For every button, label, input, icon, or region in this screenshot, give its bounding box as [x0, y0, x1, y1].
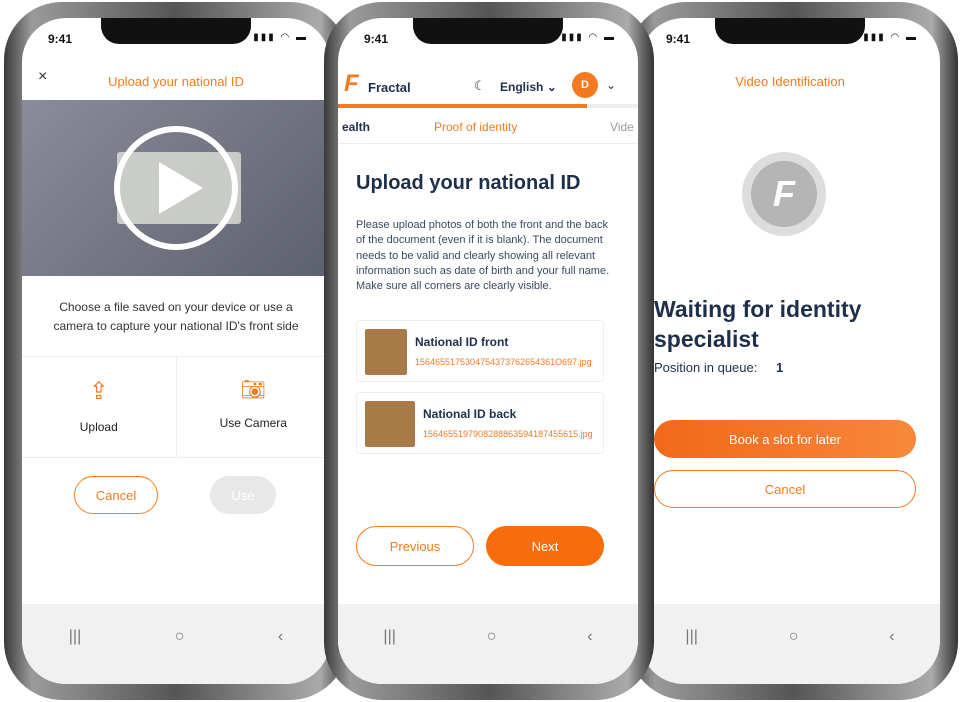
- file-title: National ID back: [423, 407, 517, 421]
- back-button[interactable]: ‹: [278, 628, 283, 646]
- step-health[interactable]: ealth: [342, 120, 370, 134]
- file-title: National ID front: [415, 335, 509, 349]
- file-card-front[interactable]: National ID front 1564655175304754373762…: [356, 320, 604, 382]
- phone-2: 9:41 ▮▮▮ ◠ ▬ F Fractal ☾ English ⌄ D ⌄ e…: [324, 2, 654, 700]
- previous-button[interactable]: Previous: [356, 526, 474, 566]
- back-button[interactable]: ‹: [889, 628, 894, 646]
- option-grid: ⇪ Upload 📷︎ Use Camera: [22, 356, 330, 458]
- cancel-button[interactable]: Cancel: [74, 476, 158, 514]
- book-slot-button[interactable]: Book a slot for later: [654, 420, 916, 458]
- progress-fill: [338, 104, 587, 108]
- page-title: Upload your national ID: [108, 74, 244, 89]
- home-button[interactable]: ○: [487, 628, 497, 646]
- queue-label: Position in queue:: [654, 360, 758, 375]
- step-video[interactable]: Vide: [610, 120, 634, 134]
- fractal-logo-icon: F: [344, 70, 359, 97]
- screen-proof-of-identity: 9:41 ▮▮▮ ◠ ▬ F Fractal ☾ English ⌄ D ⌄ e…: [338, 18, 638, 684]
- screen-upload-id: 9:41 ▮▮▮ ◠ ▬ × Upload your national ID C…: [22, 18, 330, 684]
- id-back-thumbnail: [365, 401, 415, 447]
- upload-icon: ⇪: [88, 378, 109, 405]
- next-button[interactable]: Next: [486, 526, 604, 566]
- upload-option[interactable]: ⇪ Upload: [22, 357, 177, 457]
- back-button[interactable]: ‹: [587, 628, 592, 646]
- recent-apps-button[interactable]: |||: [69, 628, 81, 646]
- recent-apps-button[interactable]: |||: [383, 628, 395, 646]
- brand-name: Fractal: [368, 80, 411, 95]
- page-title: Video Identification: [735, 74, 845, 89]
- file-name[interactable]: 1564655175304754373762654361O697.jpg: [415, 357, 592, 367]
- fractal-logo-icon: F: [742, 152, 826, 236]
- recent-apps-button[interactable]: |||: [685, 628, 697, 646]
- queue-position: 1: [776, 360, 784, 375]
- notch: [101, 18, 251, 44]
- home-button[interactable]: ○: [175, 628, 185, 646]
- language-selector[interactable]: English ⌄: [500, 80, 557, 94]
- file-card-back[interactable]: National ID back 15646551979082888635941…: [356, 392, 604, 454]
- instructions: Please upload photos of both the front a…: [356, 219, 610, 293]
- system-nav-bar: ||| ○ ‹: [640, 604, 940, 684]
- id-front-thumbnail: [365, 329, 407, 375]
- step-proof-of-identity[interactable]: Proof of identity: [434, 120, 517, 134]
- file-name[interactable]: 1564655197908288863594187455615.jpg: [423, 429, 593, 439]
- chevron-down-icon: ⌄: [546, 80, 557, 94]
- home-button[interactable]: ○: [789, 628, 799, 646]
- chevron-down-icon[interactable]: ⌄: [606, 78, 616, 92]
- avatar[interactable]: D: [572, 72, 598, 98]
- video-preview[interactable]: [22, 100, 330, 276]
- page-heading: Upload your national ID: [356, 172, 581, 194]
- dark-mode-icon[interactable]: ☾: [474, 78, 486, 94]
- status-icons: ▮▮▮ ◠ ▬: [253, 32, 308, 43]
- camera-icon: 📷︎: [240, 379, 266, 401]
- screen-video-identification: 9:41 ▮▮▮ ◠ ▬ Video Identification F Wait…: [640, 18, 940, 684]
- progress-track: [338, 104, 638, 108]
- play-icon[interactable]: [114, 126, 238, 250]
- system-nav-bar: ||| ○ ‹: [22, 604, 330, 684]
- upload-label: Upload: [79, 420, 118, 434]
- phone-3: 9:41 ▮▮▮ ◠ ▬ Video Identification F Wait…: [628, 2, 958, 700]
- status-time: 9:41: [364, 32, 389, 46]
- phone-1: 9:41 ▮▮▮ ◠ ▬ × Upload your national ID C…: [4, 2, 348, 700]
- notch: [715, 18, 865, 44]
- camera-label: Use Camera: [219, 416, 287, 430]
- steps-bar: ealth Proof of identity Vide: [338, 116, 638, 144]
- camera-option[interactable]: 📷︎ Use Camera: [177, 357, 331, 457]
- status-time: 9:41: [666, 32, 691, 46]
- use-button[interactable]: Use: [210, 476, 276, 514]
- status-time: 9:41: [48, 32, 73, 46]
- language-label: English: [500, 80, 544, 94]
- waiting-heading: Waiting for identity specialist: [654, 296, 862, 352]
- status-icons: ▮▮▮ ◠ ▬: [863, 32, 918, 43]
- notch: [413, 18, 563, 44]
- status-icons: ▮▮▮ ◠ ▬: [561, 32, 616, 43]
- cancel-button[interactable]: Cancel: [654, 470, 916, 508]
- instruction-text: Choose a file saved on your device or us…: [53, 300, 299, 333]
- system-nav-bar: ||| ○ ‹: [338, 604, 638, 684]
